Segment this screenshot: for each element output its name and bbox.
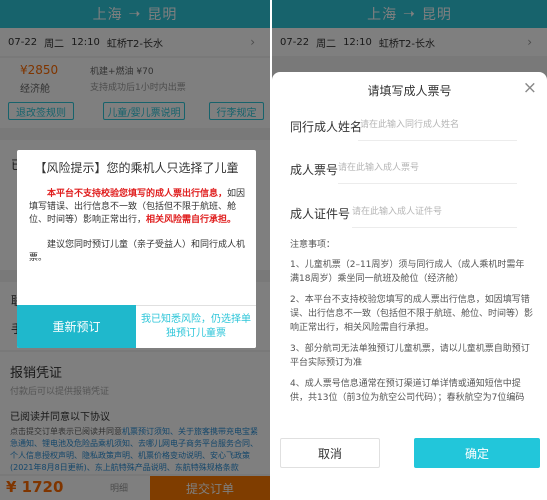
- booking-screen-right: 上海 ➝ 昆明 07-22 周二 12:10 虹桥T2-长水 › 请填写成人票号…: [272, 0, 547, 500]
- risk-warning-dialog: 【风险提示】您的乘机人只选择了儿童 本平台不支持校验您填写的成人票出行信息，如因…: [17, 150, 256, 348]
- risk-dialog-body: 本平台不支持校验您填写的成人票出行信息，如因填写错误、出行信息不一致（包括但不限…: [29, 188, 246, 265]
- adult-ticket-input[interactable]: [338, 159, 498, 177]
- risk-dialog-title: 【风险提示】您的乘机人只选择了儿童: [34, 161, 239, 175]
- confirm-button[interactable]: 确定: [414, 438, 540, 468]
- adult-name-label: 同行成人姓名: [290, 120, 363, 134]
- note-item: 3、部分航司无法单独预订儿童机票，请以儿童机票自助预订平台实际预订为准: [290, 344, 530, 368]
- sheet-title: 请填写成人票号: [367, 84, 452, 98]
- adult-name-input[interactable]: [360, 116, 520, 134]
- cancel-button[interactable]: 取消: [280, 438, 380, 468]
- note-item: 1、儿童机票（2–11周岁）须与同行成人（成人乘机时需年满18周岁）乘坐同一航班…: [290, 260, 525, 284]
- note-item: 2、本平台不支持校验您填写的成人票出行信息，如因填写错误、出行信息不一致（包括但…: [290, 295, 534, 333]
- adult-id-label: 成人证件号: [290, 207, 351, 221]
- adult-name-underline: [358, 140, 517, 141]
- close-icon[interactable]: ×: [523, 78, 537, 98]
- rebook-button[interactable]: 重新预订: [17, 305, 136, 348]
- adult-ticket-label: 成人票号: [290, 163, 339, 177]
- booking-screen-left: 上海 ➝ 昆明 07-22 周二 12:10 虹桥T2-长水 › ¥2850 经…: [0, 0, 270, 500]
- risk-warning-red-2: 相关风险需自行承担。: [146, 215, 237, 225]
- notes-title: 注意事项：: [290, 240, 336, 250]
- adult-id-underline: [352, 227, 517, 228]
- notes-section: 注意事项： 1、儿童机票（2–11周岁）须与同行成人（成人乘机时需年满18周岁）…: [290, 238, 533, 412]
- adult-ticket-underline: [338, 183, 517, 184]
- risk-warning-red-1: 本平台不支持校验您填写的成人票出行信息，: [47, 189, 228, 199]
- risk-advice: 建议您同时预订儿童（亲子受益人）和同行成人机票。: [29, 240, 246, 263]
- adult-id-input[interactable]: [352, 203, 512, 221]
- accept-risk-child-only-button[interactable]: 我已知悉风险，仍选择单独预订儿童票: [136, 305, 256, 348]
- note-item: 4、成人票号信息通常在预订渠道订单详情或通知短信中提供，共13位（前3位为航空公…: [290, 379, 525, 403]
- adult-ticket-sheet: 请填写成人票号 × 同行成人姓名 成人票号 成人证件号 注意事项： 1、儿童机票…: [272, 72, 547, 500]
